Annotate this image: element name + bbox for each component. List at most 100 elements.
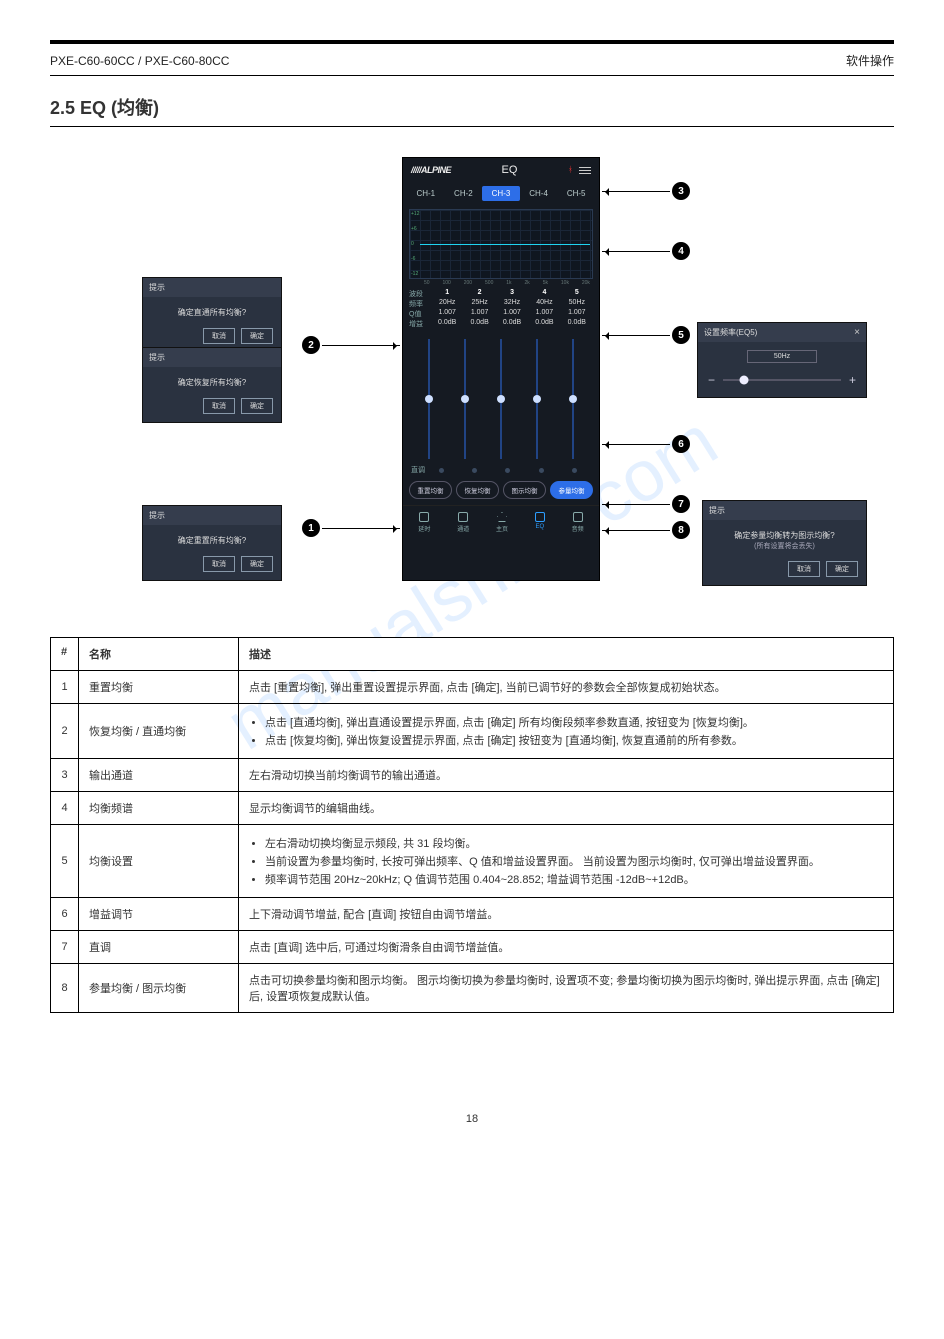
cancel-button[interactable]: 取消 (203, 398, 235, 414)
doc-section: 软件操作 (846, 52, 894, 69)
cell-num: 7 (51, 931, 79, 964)
restore-eq-button[interactable]: 恢复均衡 (456, 481, 499, 499)
description-table: # 名称 描述 1重置均衡点击 [重置均衡], 弹出重置设置提示界面, 点击 [… (50, 637, 894, 1013)
gain-slider-4[interactable] (530, 339, 544, 459)
gain-sliders[interactable] (411, 339, 591, 459)
arrow-3 (602, 191, 670, 192)
y-axis-labels: +12+60-6-12 (411, 210, 419, 278)
brand-logo: /////ALPINE (411, 165, 451, 175)
section-title: 2.5 EQ (均衡) (50, 94, 894, 127)
cell-num: 8 (51, 964, 79, 1013)
row-freq-label: 频率 (409, 299, 431, 309)
cell-name: 输出通道 (79, 759, 239, 792)
diagram: /////ALPINE EQ ᚼ CH-1 CH-2 CH-3 CH-4 CH-… (92, 157, 852, 597)
cell-name: 均衡设置 (79, 825, 239, 898)
minus-button[interactable]: − (708, 373, 715, 387)
ok-button[interactable]: 确定 (241, 556, 273, 572)
popup-reset: 提示 确定重置所有均衡? 取消确定 (142, 505, 282, 581)
cell-desc: 点击可切换参量均衡和图示均衡。 图示均衡切换为参量均衡时, 设置项不变; 参量均… (239, 964, 894, 1013)
cell-desc: 显示均衡调节的编辑曲线。 (239, 792, 894, 825)
frequency-value[interactable]: 50Hz (747, 350, 817, 363)
hamburger-icon[interactable] (579, 167, 591, 174)
tab-ch3[interactable]: CH-3 (482, 186, 520, 201)
cell-num: 6 (51, 898, 79, 931)
row-q-label: Q值 (409, 309, 431, 319)
eq-curve (420, 244, 590, 245)
nav-channel[interactable]: 通道 (457, 512, 469, 533)
channel-icon (458, 512, 468, 522)
direct-label: 直调 (411, 465, 425, 475)
cancel-button[interactable]: 取消 (203, 328, 235, 344)
table-row: 7直调点击 [直调] 选中后, 可通过均衡滑条自由调节增益值。 (51, 931, 894, 964)
cell-name: 重置均衡 (79, 671, 239, 704)
popup-body: 确定直通所有均衡? (143, 297, 281, 328)
app-screenshot: /////ALPINE EQ ᚼ CH-1 CH-2 CH-3 CH-4 CH-… (402, 157, 600, 581)
arrow-6 (602, 444, 670, 445)
ok-button[interactable]: 确定 (241, 328, 273, 344)
cell-name: 参量均衡 / 图示均衡 (79, 964, 239, 1013)
home-icon (497, 512, 507, 522)
plus-button[interactable]: + (849, 373, 856, 387)
tab-ch5[interactable]: CH-5 (557, 186, 595, 201)
direct-adjust-row[interactable]: 直调 (411, 465, 591, 475)
ok-button[interactable]: 确定 (241, 398, 273, 414)
arrow-4 (602, 251, 670, 252)
bottom-nav[interactable]: 延时 通道 主页 EQ 音频 (403, 505, 599, 537)
table-row: 1重置均衡点击 [重置均衡], 弹出重置设置提示界面, 点击 [确定], 当前已… (51, 671, 894, 704)
close-icon[interactable]: × (854, 327, 860, 338)
reset-eq-button[interactable]: 重置均衡 (409, 481, 452, 499)
popup-title: 提示 (143, 506, 281, 525)
cancel-button[interactable]: 取消 (788, 561, 820, 577)
frequency-slider[interactable] (723, 379, 841, 381)
callout-8: 8 (672, 521, 690, 539)
row-band-label: 波段 (409, 289, 431, 299)
cell-num: 1 (51, 671, 79, 704)
table-row: 6增益调节上下滑动调节增益, 配合 [直调] 按钮自由调节增益。 (51, 898, 894, 931)
callout-6: 6 (672, 435, 690, 453)
tab-ch2[interactable]: CH-2 (445, 186, 483, 201)
callout-1: 1 (302, 519, 320, 537)
eq-param-table[interactable]: 波段 12345 频率 20Hz25Hz32Hz40Hz50Hz Q值 1.00… (409, 289, 593, 329)
arrow-1 (322, 528, 400, 529)
ok-button[interactable]: 确定 (826, 561, 858, 577)
callout-2: 2 (302, 336, 320, 354)
cell-desc: 点击 [直调] 选中后, 可通过均衡滑条自由调节增益值。 (239, 931, 894, 964)
popup-bypass: 提示 确定直通所有均衡? 取消确定 (142, 277, 282, 353)
row-gain-label: 增益 (409, 319, 431, 329)
cell-desc: 点击 [直通均衡], 弹出直通设置提示界面, 点击 [确定] 所有均衡段频率参数… (239, 704, 894, 759)
gain-slider-5[interactable] (566, 339, 580, 459)
gain-slider-3[interactable] (494, 339, 508, 459)
callout-5: 5 (672, 326, 690, 344)
table-row: 5均衡设置左右滑动切换均衡显示频段, 共 31 段均衡。当前设置为参量均衡时, … (51, 825, 894, 898)
table-row: 2恢复均衡 / 直通均衡点击 [直通均衡], 弹出直通设置提示界面, 点击 [确… (51, 704, 894, 759)
parametric-eq-button[interactable]: 参量均衡 (550, 481, 593, 499)
tab-ch1[interactable]: CH-1 (407, 186, 445, 201)
x-axis-labels: 501002005001k2k5k10k20k (424, 280, 590, 286)
nav-eq[interactable]: EQ (535, 512, 545, 533)
popup-body: 确定恢复所有均衡? (143, 367, 281, 398)
nav-audio[interactable]: 音频 (572, 512, 584, 533)
cancel-button[interactable]: 取消 (203, 556, 235, 572)
cell-num: 5 (51, 825, 79, 898)
popup-body: 确定参量均衡转为图示均衡? (所有设置将会丢失) (703, 520, 866, 561)
page-header: PXE-C60-60CC / PXE-C60-80CC 软件操作 (50, 52, 894, 76)
nav-delay[interactable]: 延时 (418, 512, 430, 533)
tab-ch4[interactable]: CH-4 (520, 186, 558, 201)
channel-tabs[interactable]: CH-1 CH-2 CH-3 CH-4 CH-5 (403, 182, 599, 205)
graphic-eq-button[interactable]: 图示均衡 (503, 481, 546, 499)
gain-slider-1[interactable] (422, 339, 436, 459)
action-buttons: 重置均衡 恢复均衡 图示均衡 参量均衡 (409, 481, 593, 499)
cell-num: 2 (51, 704, 79, 759)
gain-slider-2[interactable] (458, 339, 472, 459)
col-desc: 描述 (239, 638, 894, 671)
cell-name: 恢复均衡 / 直通均衡 (79, 704, 239, 759)
cell-desc: 点击 [重置均衡], 弹出重置设置提示界面, 点击 [确定], 当前已调节好的参… (239, 671, 894, 704)
arrow-5 (602, 335, 670, 336)
nav-home[interactable]: 主页 (496, 512, 508, 533)
popup-title: 提示 (703, 501, 866, 520)
popup-restore: 提示 确定恢复所有均衡? 取消确定 (142, 347, 282, 423)
cell-name: 直调 (79, 931, 239, 964)
product-name: PXE-C60-60CC / PXE-C60-80CC (50, 54, 229, 68)
table-row: 8参量均衡 / 图示均衡点击可切换参量均衡和图示均衡。 图示均衡切换为参量均衡时… (51, 964, 894, 1013)
table-row: 3输出通道左右滑动切换当前均衡调节的输出通道。 (51, 759, 894, 792)
